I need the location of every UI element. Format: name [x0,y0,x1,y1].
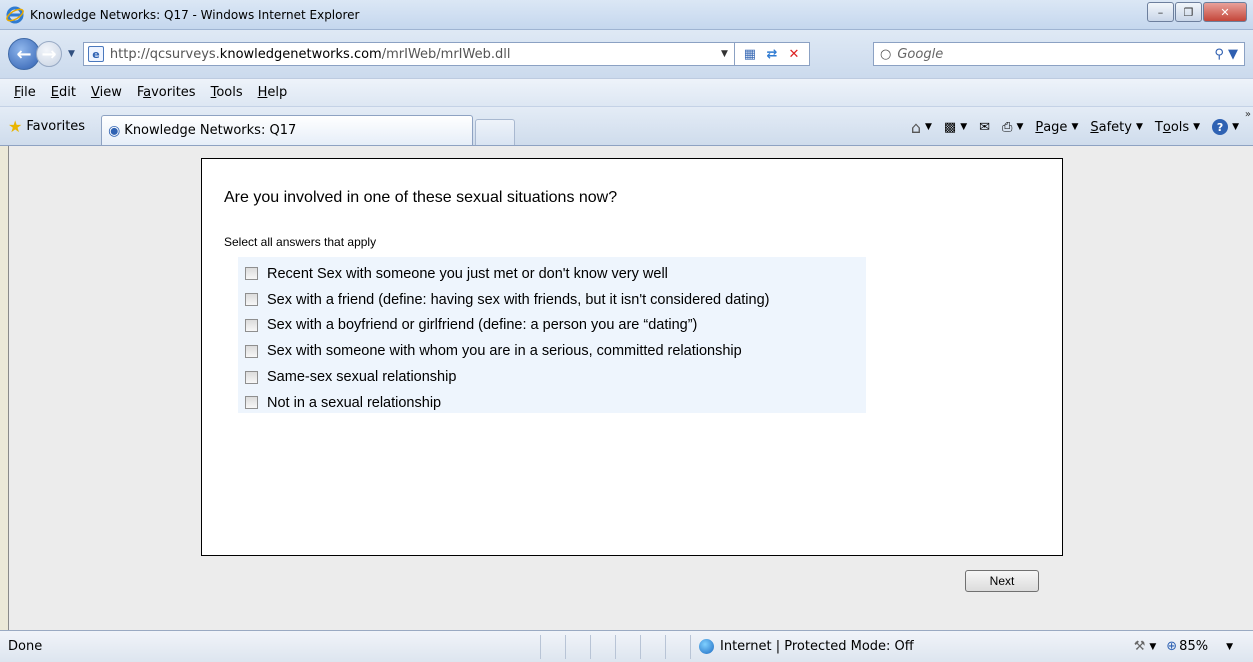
menu-help[interactable]: Help [258,85,288,100]
search-input[interactable]: ○ Google ⚲ ▼ [873,42,1245,66]
status-text: Done [8,639,43,654]
survey-panel: Are you involved in one of these sexual … [201,158,1063,556]
tab-active[interactable]: ◉ Knowledge Networks: Q17 [101,115,474,145]
minimize-button[interactable]: – [1147,2,1174,22]
print-icon: ⎙ [1002,119,1013,135]
checkbox[interactable] [245,293,258,307]
ie-page-icon: ◉ [108,122,121,139]
checkbox[interactable] [245,318,258,332]
menu-file[interactable]: File [14,85,36,100]
menu-tools[interactable]: Tools [211,85,243,100]
help-button[interactable]: ? ▼ [1212,119,1239,135]
option-label: Same-sex sexual relationship [267,369,457,386]
zone-text: Internet | Protected Mode: Off [720,639,914,654]
menu-view[interactable]: View [91,85,122,100]
window-title: Knowledge Networks: Q17 - Windows Intern… [30,7,360,22]
new-tab-button[interactable] [475,119,516,145]
answer-option[interactable]: Same-sex sexual relationship [238,364,866,390]
checkbox[interactable] [245,344,258,358]
address-dropdown-icon[interactable]: ▼ [721,49,728,59]
search-provider-icon: ○ [880,46,892,62]
answer-option[interactable]: Sex with a boyfriend or girlfriend (defi… [238,313,866,339]
status-segment [640,634,665,659]
help-icon: ? [1212,119,1229,135]
search-icon[interactable]: ⚲ ▼ [1214,47,1238,62]
favorites-bar: ★ Favorites ◉ Knowledge Networks: Q17 ⌂ ▼… [0,106,1253,146]
page-content: Are you involved in one of these sexual … [8,146,1253,630]
menu-bar: File Edit View Favorites Tools Help [0,78,1253,106]
mail-button[interactable]: ✉ [979,120,990,135]
refresh-icon[interactable]: ⇄ [761,47,783,62]
globe-icon [699,639,714,654]
forward-icon: → [41,43,57,65]
option-label: Recent Sex with someone you just met or … [267,265,668,282]
option-label: Sex with a friend (define: having sex wi… [267,291,770,308]
zoom-icon[interactable]: ⊕ [1166,639,1177,654]
command-bar: ⌂ ▼ ▩ ▼ ✉ ⎙ ▼ Page ▼ Safety ▼ To ols ▼ ? ▼ [899,107,1239,147]
url-prefix: http://qcsurveys. [109,46,220,62]
answer-options: Recent Sex with someone you just met or … [238,257,866,413]
instruction-text: Select all answers that apply [224,235,377,249]
close-button[interactable]: ✕ [1203,2,1247,22]
address-input[interactable]: e http://qcsurveys. knowledgenetworks.com… [82,42,735,66]
answer-option[interactable]: Not in a sexual relationship [238,390,866,416]
address-toolbar: ← → ▼ e http://qcsurveys. knowledgenetwor… [0,30,1253,78]
next-button[interactable]: Next [965,570,1039,592]
status-segment [540,634,565,659]
option-label: Sex with a boyfriend or girlfriend (defi… [267,317,698,334]
status-segment [565,634,590,659]
menu-edit[interactable]: Edit [51,85,76,100]
history-dropdown[interactable]: ▼ [68,49,75,59]
status-segment [615,634,640,659]
toolbar-overflow-icon[interactable]: » [1245,109,1251,120]
status-segment [665,634,690,659]
forward-button[interactable]: → [36,41,62,67]
favorites-button[interactable]: Favorites [26,119,85,134]
back-icon: ← [16,43,32,65]
status-bar: Done Internet | Protected Mode: Off ⚒ ▼ … [0,630,1253,662]
answer-option[interactable]: Recent Sex with someone you just met or … [238,261,866,287]
feeds-button[interactable]: ▩ ▼ [944,120,967,135]
protected-mode-icon[interactable]: ⚒ [1134,639,1146,654]
feeds-icon: ▩ [943,119,957,135]
answer-option[interactable]: Sex with someone with whom you are in a … [238,338,866,364]
favorites-star-icon[interactable]: ★ [8,117,22,136]
url-path: /mrIWeb/mrIWeb.dll [381,46,511,62]
zoom-level[interactable]: 85% [1179,639,1208,654]
option-label: Not in a sexual relationship [267,394,442,411]
url-domain: knowledgenetworks.com [219,46,382,62]
ie-logo-icon [6,6,24,23]
checkbox[interactable] [245,370,258,384]
mail-icon: ✉ [979,119,991,135]
checkbox[interactable] [245,267,258,281]
safety-menu[interactable]: Safety ▼ [1090,120,1143,135]
option-label: Sex with someone with whom you are in a … [267,343,742,360]
status-segment [590,634,615,659]
menu-favorites[interactable]: Favorites [137,85,196,100]
stop-icon[interactable]: ✕ [783,47,805,62]
window-title-bar: Knowledge Networks: Q17 - Windows Intern… [0,0,1253,30]
tab-title: Knowledge Networks: Q17 [124,123,297,138]
answer-option[interactable]: Sex with a friend (define: having sex wi… [238,287,866,313]
home-button[interactable]: ⌂ ▼ [911,118,932,137]
tools-menu[interactable]: To ols ▼ [1155,120,1200,135]
question-text: Are you involved in one of these sexual … [224,189,618,206]
home-icon: ⌂ [910,117,921,137]
zoom-dropdown[interactable]: ▼ [1226,642,1233,652]
checkbox[interactable] [245,396,258,410]
compatibility-view-icon[interactable]: ▦ [739,47,761,62]
search-placeholder: Google [897,46,944,62]
security-zone[interactable]: Internet | Protected Mode: Off [690,634,1010,659]
page-menu[interactable]: Page ▼ [1035,120,1078,135]
maximize-button[interactable]: ❐ [1175,2,1202,22]
print-button[interactable]: ⎙ ▼ [1002,120,1023,135]
page-icon: e [87,46,104,62]
protected-mode-dropdown[interactable]: ▼ [1149,642,1156,652]
